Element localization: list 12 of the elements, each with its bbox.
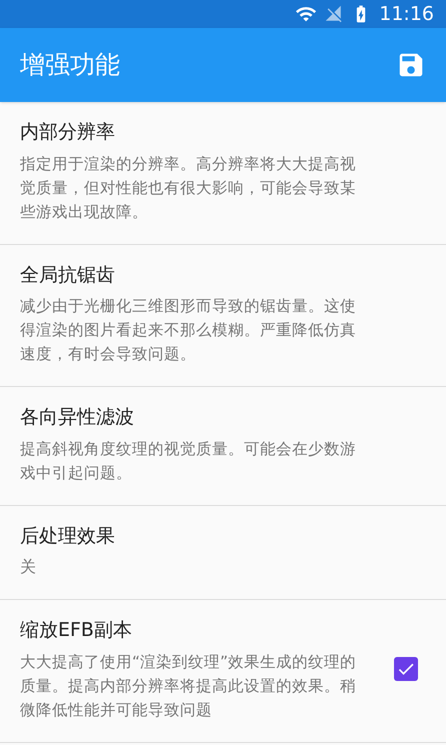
setting-description: 提高斜视角度纹理的视觉质量。可能会在少数游戏中引起问题。 <box>20 438 357 484</box>
setting-description: 大大提高了使用“渲染到纹理”效果生成的纹理的质量。提高内部分辨率将提高此设置的效果。稍微降低性能并可能导致问题 <box>20 652 358 720</box>
setting-title: 全局抗锯齿 <box>20 262 116 288</box>
setting-title: 缩放EFB副本 <box>20 618 133 643</box>
setting-title: 内部分辨率 <box>20 120 116 145</box>
setting-description: 指定用于渲染的分辨率。高分辨率将大大提高视觉质量，但对性能也有很大影响，可能会导致某些游戏出现故障。 <box>20 154 357 222</box>
status-time: 11:16 <box>379 2 434 27</box>
setting-description: 减少由于光栅化三维图形而导致的锯齿量。这使得渲染的图片看起来不那么模糊。严重降低仿真速度，有时会导致问题。 <box>20 296 357 365</box>
toolbar-title: 增强功能 <box>20 49 120 82</box>
setting-value: 关 <box>20 556 37 578</box>
setting-title: 各向异性滤波 <box>20 405 135 430</box>
setting-title: 后处理效果 <box>20 524 116 548</box>
